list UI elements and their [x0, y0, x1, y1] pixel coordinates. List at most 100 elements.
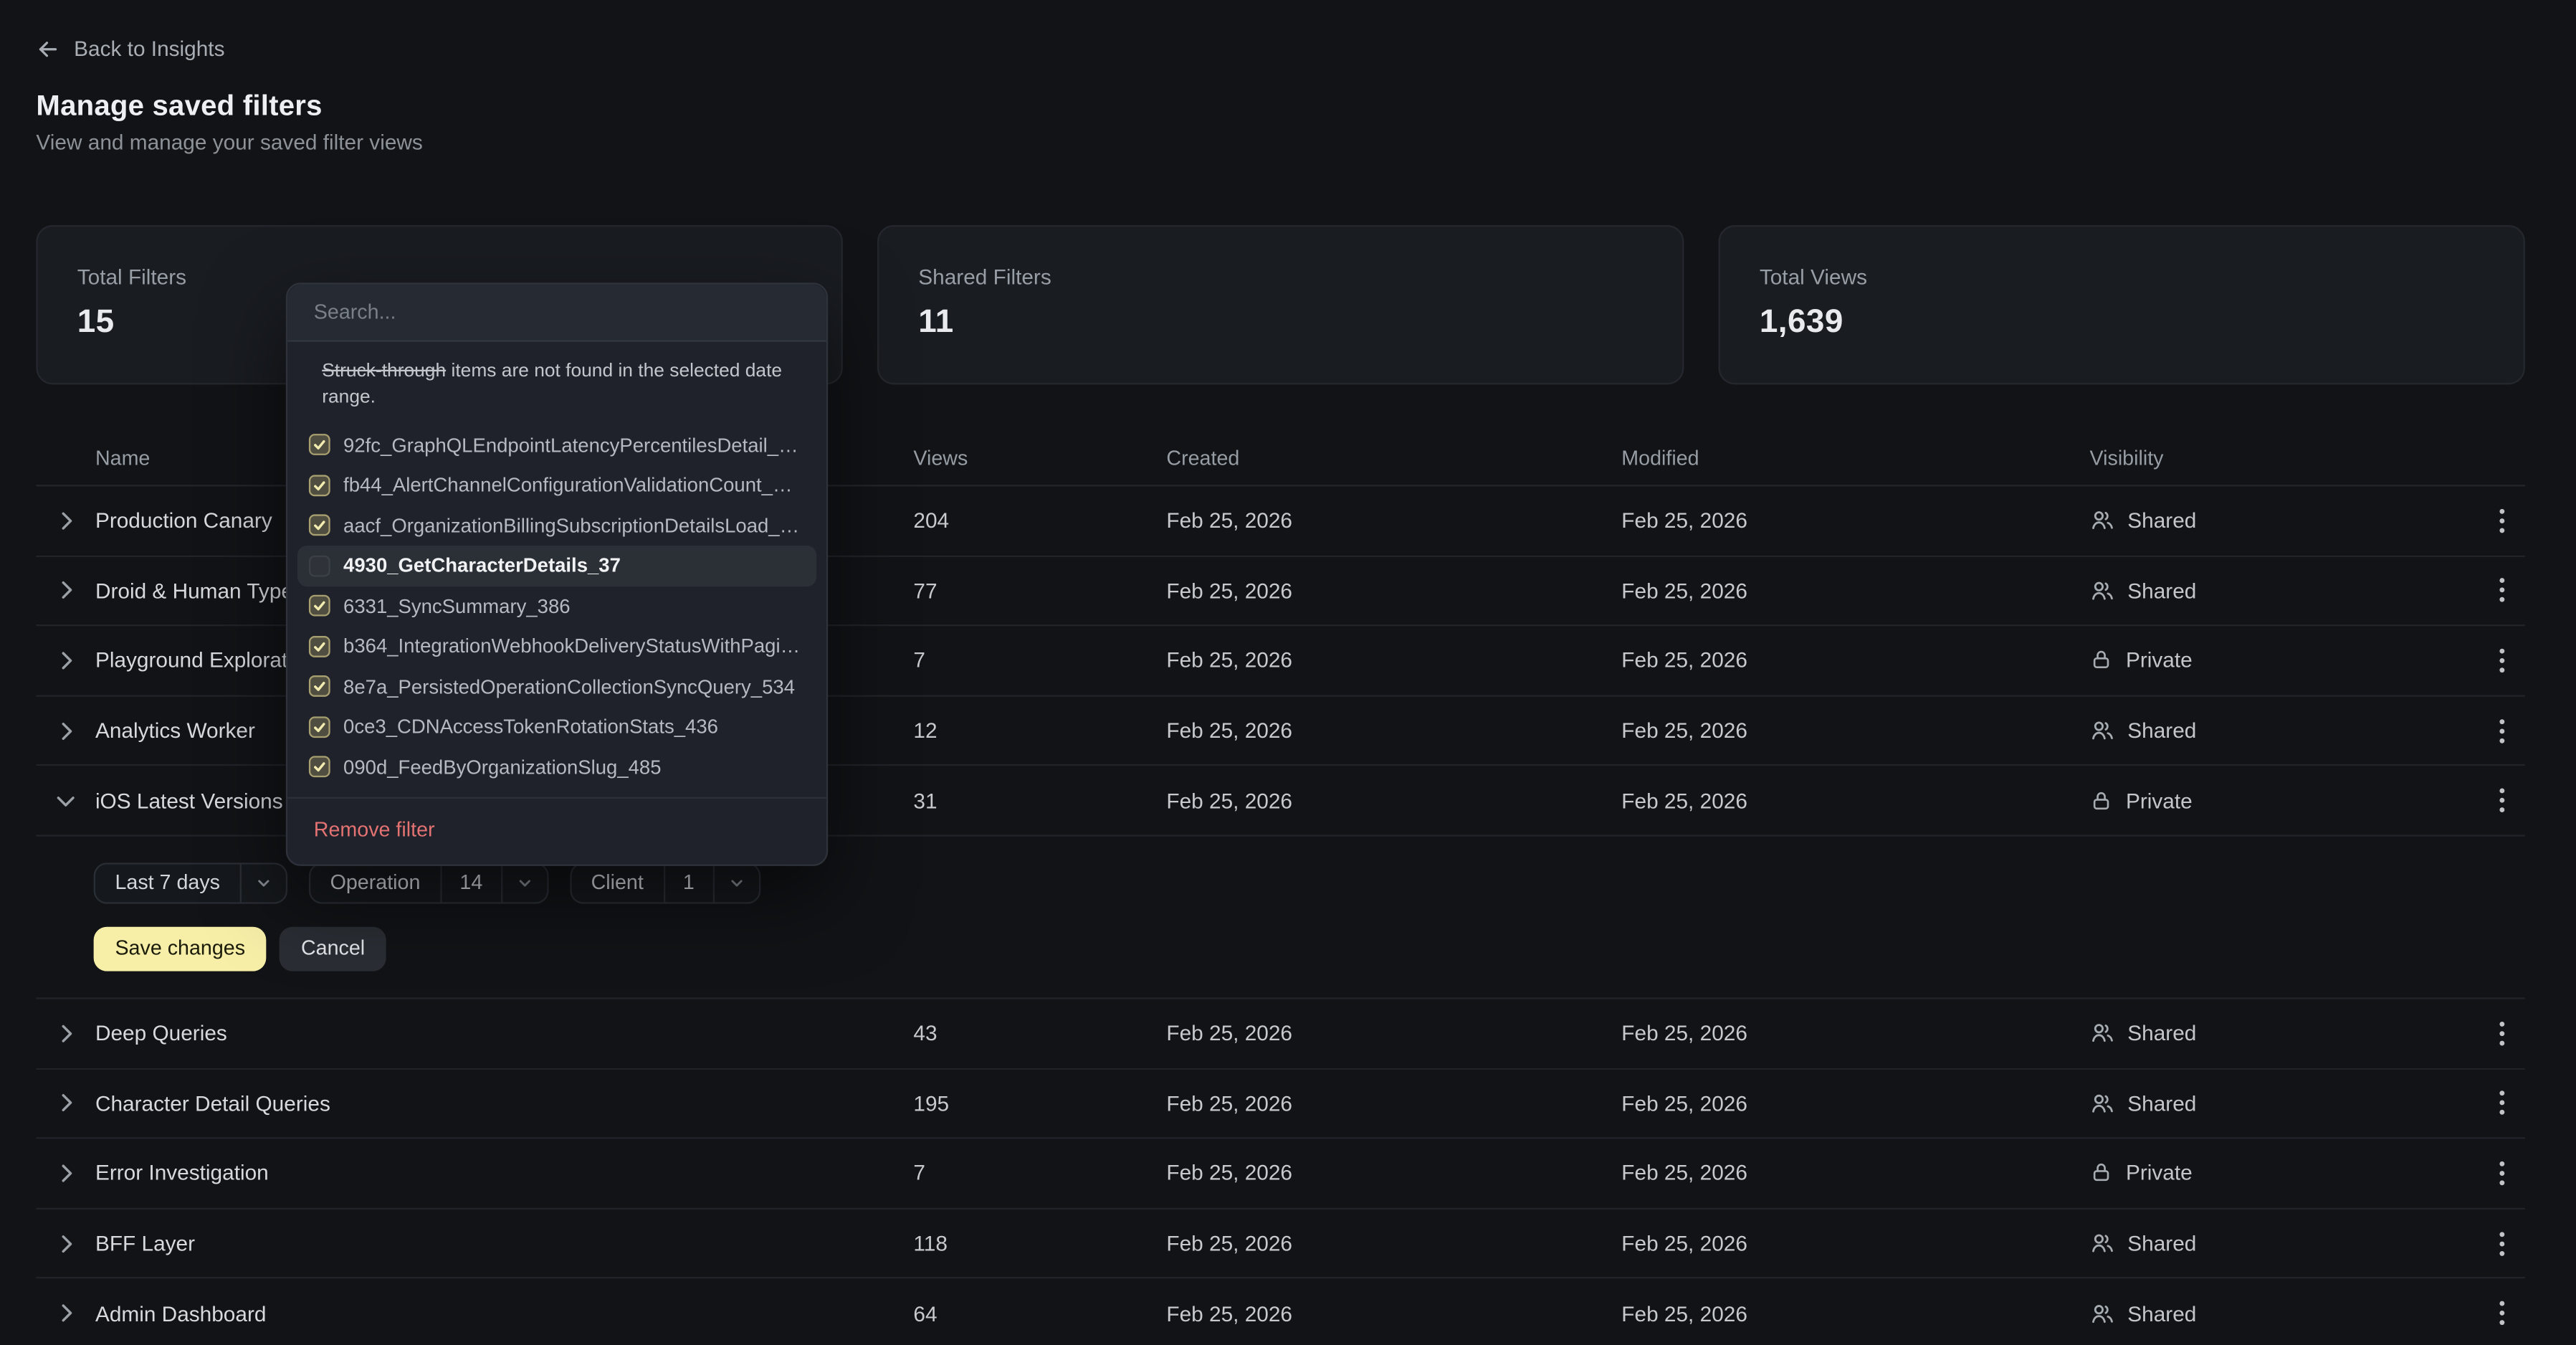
chevron-right-icon[interactable] [36, 1023, 95, 1043]
table-row[interactable]: Error Investigation7Feb 25, 2026Feb 25, … [36, 1139, 2525, 1209]
stat-card-value: 1,639 [1760, 304, 2484, 342]
chip-label: Last 7 days [95, 872, 240, 895]
row-menu-button[interactable] [2479, 1069, 2525, 1137]
filter-chip[interactable]: Last 7 days [94, 862, 287, 903]
row-menu-button[interactable] [2479, 1209, 2525, 1277]
row-created: Feb 25, 2026 [1166, 508, 1621, 533]
popover-note: Struck-through items are not found in th… [322, 358, 800, 412]
row-menu-button[interactable] [2479, 766, 2525, 835]
checked-checkbox[interactable] [309, 596, 330, 617]
visibility-label: Shared [2127, 1231, 2196, 1255]
chevron-right-icon[interactable] [36, 651, 95, 671]
table-row[interactable]: BFF Layer118Feb 25, 2026Feb 25, 2026Shar… [36, 1209, 2525, 1279]
search-input[interactable] [314, 300, 800, 323]
filter-item[interactable]: 0ce3_CDNAccessTokenRotationStats_436 [287, 707, 826, 747]
table-row[interactable]: Deep Queries43Feb 25, 2026Feb 25, 2026Sh… [36, 999, 2525, 1070]
chevron-right-icon[interactable] [36, 721, 95, 741]
chevron-right-icon[interactable] [36, 510, 95, 531]
row-menu-button[interactable] [2479, 1279, 2525, 1345]
filter-items-popover: Struck-through items are not found in th… [286, 282, 828, 866]
filter-item[interactable]: 090d_FeedByOrganizationSlug_485 [287, 747, 826, 787]
filter-item[interactable]: fb44_AlertChannelConfigurationValidation… [287, 465, 826, 505]
unchecked-checkbox[interactable] [309, 556, 330, 577]
checked-checkbox[interactable] [309, 636, 330, 657]
cancel-button[interactable]: Cancel [280, 927, 386, 971]
row-modified: Feb 25, 2026 [1621, 788, 2089, 812]
filter-item-label: fb44_AlertChannelConfigurationValidation… [343, 474, 800, 497]
filter-item-label: 6331_SyncSummary_386 [343, 595, 571, 618]
note-strike-text: Struck-through [322, 361, 446, 381]
row-visibility: Private [2090, 1161, 2479, 1185]
checked-checkbox[interactable] [309, 475, 330, 496]
chevron-down-icon[interactable] [36, 793, 95, 808]
filter-item-label: b364_IntegrationWebhookDeliveryStatusWit… [343, 635, 800, 658]
remove-filter-button[interactable]: Remove filter [287, 799, 826, 845]
row-views: 7 [913, 648, 1166, 672]
chevron-down-icon [714, 876, 758, 891]
row-views: 77 [913, 579, 1166, 603]
chip-value: 14 [442, 872, 500, 895]
chevron-right-icon[interactable] [36, 581, 95, 601]
checked-checkbox[interactable] [309, 756, 330, 778]
row-menu-button[interactable] [2479, 999, 2525, 1068]
people-icon [2090, 579, 2114, 603]
chevron-right-icon[interactable] [36, 1164, 95, 1184]
row-views: 118 [913, 1231, 1166, 1255]
checked-checkbox[interactable] [309, 434, 330, 456]
page-title: Manage saved filters [36, 89, 322, 123]
stat-card: Shared Filters 11 [877, 225, 1684, 384]
visibility-label: Private [2126, 1161, 2193, 1185]
chevron-right-icon[interactable] [36, 1233, 95, 1253]
chevron-right-icon[interactable] [36, 1093, 95, 1113]
kebab-menu-icon [2499, 1020, 2505, 1047]
filter-chips: Last 7 days Operation14 Client1 [94, 862, 2525, 903]
back-link[interactable]: Back to Insights [36, 36, 224, 60]
row-visibility: Shared [2090, 1231, 2479, 1255]
row-created: Feb 25, 2026 [1166, 1231, 1621, 1255]
row-modified: Feb 25, 2026 [1621, 1301, 2089, 1326]
row-visibility: Shared [2090, 1301, 2479, 1326]
filter-item[interactable]: 4930_GetCharacterDetails_37 [297, 546, 816, 586]
filter-item[interactable]: b364_IntegrationWebhookDeliveryStatusWit… [287, 627, 826, 667]
row-menu-button[interactable] [2479, 1139, 2525, 1207]
table-header-created: Created [1166, 447, 1621, 470]
row-visibility: Shared [2090, 508, 2479, 533]
chip-label: Operation [310, 872, 440, 895]
people-icon [2090, 1091, 2114, 1116]
table-row[interactable]: Character Detail Queries195Feb 25, 2026F… [36, 1069, 2525, 1139]
row-modified: Feb 25, 2026 [1621, 508, 2089, 533]
row-views: 64 [913, 1301, 1166, 1326]
row-menu-button[interactable] [2479, 556, 2525, 624]
lock-icon [2090, 648, 2113, 672]
filter-item[interactable]: 8e7a_PersistedOperationCollectionSyncQue… [287, 667, 826, 707]
kebab-menu-icon [2499, 1090, 2505, 1116]
filter-chip[interactable]: Operation14 [309, 862, 548, 903]
back-link-label: Back to Insights [74, 36, 224, 60]
row-created: Feb 25, 2026 [1166, 788, 1621, 812]
row-created: Feb 25, 2026 [1166, 648, 1621, 672]
kebab-menu-icon [2499, 1230, 2505, 1257]
filter-item-list: 92fc_GraphQLEndpointLatencyPercentilesDe… [287, 425, 826, 787]
save-changes-button[interactable]: Save changes [94, 927, 267, 971]
filter-item[interactable]: aacf_OrganizationBillingSubscriptionDeta… [287, 505, 826, 546]
kebab-menu-icon [2499, 787, 2505, 814]
filter-item[interactable]: 6331_SyncSummary_386 [287, 586, 826, 626]
filter-item-label: 090d_FeedByOrganizationSlug_485 [343, 756, 661, 779]
chevron-right-icon[interactable] [36, 1303, 95, 1323]
table-row[interactable]: Admin Dashboard64Feb 25, 2026Feb 25, 202… [36, 1279, 2525, 1345]
visibility-label: Shared [2127, 1091, 2196, 1116]
row-menu-button[interactable] [2479, 627, 2525, 695]
people-icon [2090, 1021, 2114, 1045]
checked-checkbox[interactable] [309, 716, 330, 738]
filter-item[interactable]: 92fc_GraphQLEndpointLatencyPercentilesDe… [287, 425, 826, 465]
row-menu-button[interactable] [2479, 696, 2525, 764]
stat-card-value: 11 [918, 304, 1643, 342]
stat-card-label: Shared Filters [918, 265, 1643, 289]
row-menu-button[interactable] [2479, 486, 2525, 554]
filter-chip[interactable]: Client1 [570, 862, 760, 903]
visibility-label: Shared [2127, 579, 2196, 603]
chevron-down-icon [502, 876, 547, 891]
checked-checkbox[interactable] [309, 676, 330, 698]
checked-checkbox[interactable] [309, 515, 330, 536]
row-modified: Feb 25, 2026 [1621, 1161, 2089, 1185]
